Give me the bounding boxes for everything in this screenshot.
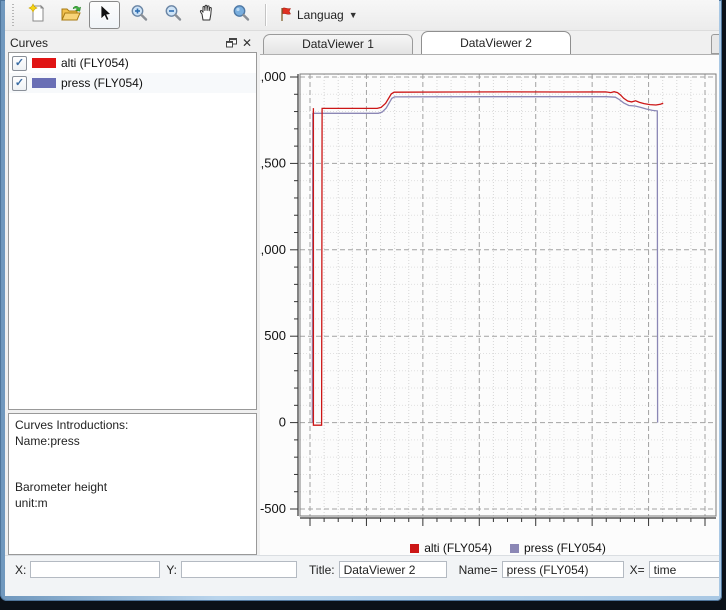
application-window: Languag ▼ Curves <box>0 0 726 610</box>
data-viewer: DataViewer 1 DataViewer 2 02004006008001… <box>260 31 719 555</box>
curve-info-panel: Curves Introductions: Name:press Baromet… <box>8 413 257 555</box>
status-title-input[interactable] <box>339 561 447 578</box>
svg-text:1,000: 1,000 <box>260 242 286 257</box>
legend-entry-alti: alti (FLY054) <box>410 541 492 555</box>
language-menu-button[interactable]: Languag ▼ <box>273 3 364 28</box>
status-bar: X: Y: Title: Name= X= <box>5 555 719 596</box>
cursor-arrow-icon <box>95 3 115 28</box>
curves-dock-titlebar: Curves ✕ <box>8 34 257 52</box>
select-cursor-button[interactable] <box>89 1 120 29</box>
zoom-in-icon <box>129 3 149 28</box>
app-client-area: Languag ▼ Curves <box>5 0 719 596</box>
status-x-label: X: <box>15 563 26 577</box>
legend-press-swatch <box>510 544 519 553</box>
legend-alti-label: alti (FLY054) <box>424 541 492 555</box>
alti-curve-label: alti (FLY054) <box>61 56 129 70</box>
status-xaxis-label: X= <box>630 563 645 577</box>
svg-text:500: 500 <box>264 328 286 343</box>
pan-button[interactable] <box>191 1 222 29</box>
curves-dock: Curves ✕ ✓ alti <box>5 31 260 555</box>
new-file-icon <box>27 3 47 28</box>
legend-alti-swatch <box>410 544 419 553</box>
curve-list: ✓ alti (FLY054) ✓ press (FLY054) <box>8 52 257 410</box>
svg-text:-500: -500 <box>260 501 286 516</box>
status-xaxis-field: X= <box>630 561 719 578</box>
status-x-input[interactable] <box>30 561 160 578</box>
open-file-button[interactable] <box>55 1 86 29</box>
curves-dock-title: Curves <box>10 36 223 50</box>
toolbar: Languag ▼ <box>5 0 719 31</box>
toolbar-grip[interactable] <box>11 4 16 26</box>
dock-close-button[interactable]: ✕ <box>239 36 255 50</box>
tab-dataviewer-1[interactable]: DataViewer 1 <box>263 34 413 54</box>
chart-legend: alti (FLY054) press (FLY054) <box>300 541 716 555</box>
open-folder-icon <box>60 3 82 28</box>
tab-scroll-button[interactable] <box>711 34 719 54</box>
legend-entry-press: press (FLY054) <box>510 541 606 555</box>
zoom-out-icon <box>163 3 183 28</box>
chart-canvas[interactable]: 02004006008001,0001,2001,400-50005001,00… <box>260 55 719 527</box>
curve-row-alti[interactable]: ✓ alti (FLY054) <box>9 53 256 73</box>
tab-dataviewer-2[interactable]: DataViewer 2 <box>421 31 571 54</box>
toolbar-separator <box>265 4 267 26</box>
flag-icon <box>279 6 293 25</box>
pan-hand-icon <box>197 3 217 28</box>
press-checkbox[interactable]: ✓ <box>12 76 27 91</box>
svg-text:1,500: 1,500 <box>260 155 286 170</box>
zoom-region-icon <box>231 3 251 28</box>
status-name-field: Name= <box>459 561 624 578</box>
zoom-in-button[interactable] <box>123 1 154 29</box>
status-name-label: Name= <box>459 563 498 577</box>
status-y-label: Y: <box>166 563 177 577</box>
tab-bar: DataViewer 1 DataViewer 2 <box>260 31 719 54</box>
main-area: Curves ✕ ✓ alti <box>5 31 719 555</box>
language-label: Languag <box>297 8 344 22</box>
dock-float-button[interactable] <box>223 36 239 50</box>
zoom-out-button[interactable] <box>157 1 188 29</box>
status-title-label: Title: <box>309 563 335 577</box>
zoom-region-button[interactable] <box>225 1 256 29</box>
alti-checkbox[interactable]: ✓ <box>12 56 27 71</box>
status-y-field: Y: <box>166 561 297 578</box>
legend-press-label: press (FLY054) <box>524 541 606 555</box>
status-x-field: X: <box>15 561 160 578</box>
new-file-button[interactable] <box>21 1 52 29</box>
press-curve-label: press (FLY054) <box>61 76 143 90</box>
dropdown-caret-icon: ▼ <box>349 10 358 20</box>
status-title-field: Title: <box>309 561 447 578</box>
curve-row-press[interactable]: ✓ press (FLY054) <box>9 73 256 93</box>
status-y-input[interactable] <box>181 561 297 578</box>
chart-page: 02004006008001,0001,2001,400-50005001,00… <box>260 54 719 555</box>
status-name-input[interactable] <box>502 561 624 578</box>
svg-text:2,000: 2,000 <box>260 69 286 84</box>
alti-color-swatch <box>32 58 56 68</box>
press-color-swatch <box>32 78 56 88</box>
svg-text:0: 0 <box>279 415 286 430</box>
status-xaxis-input[interactable] <box>649 561 719 578</box>
